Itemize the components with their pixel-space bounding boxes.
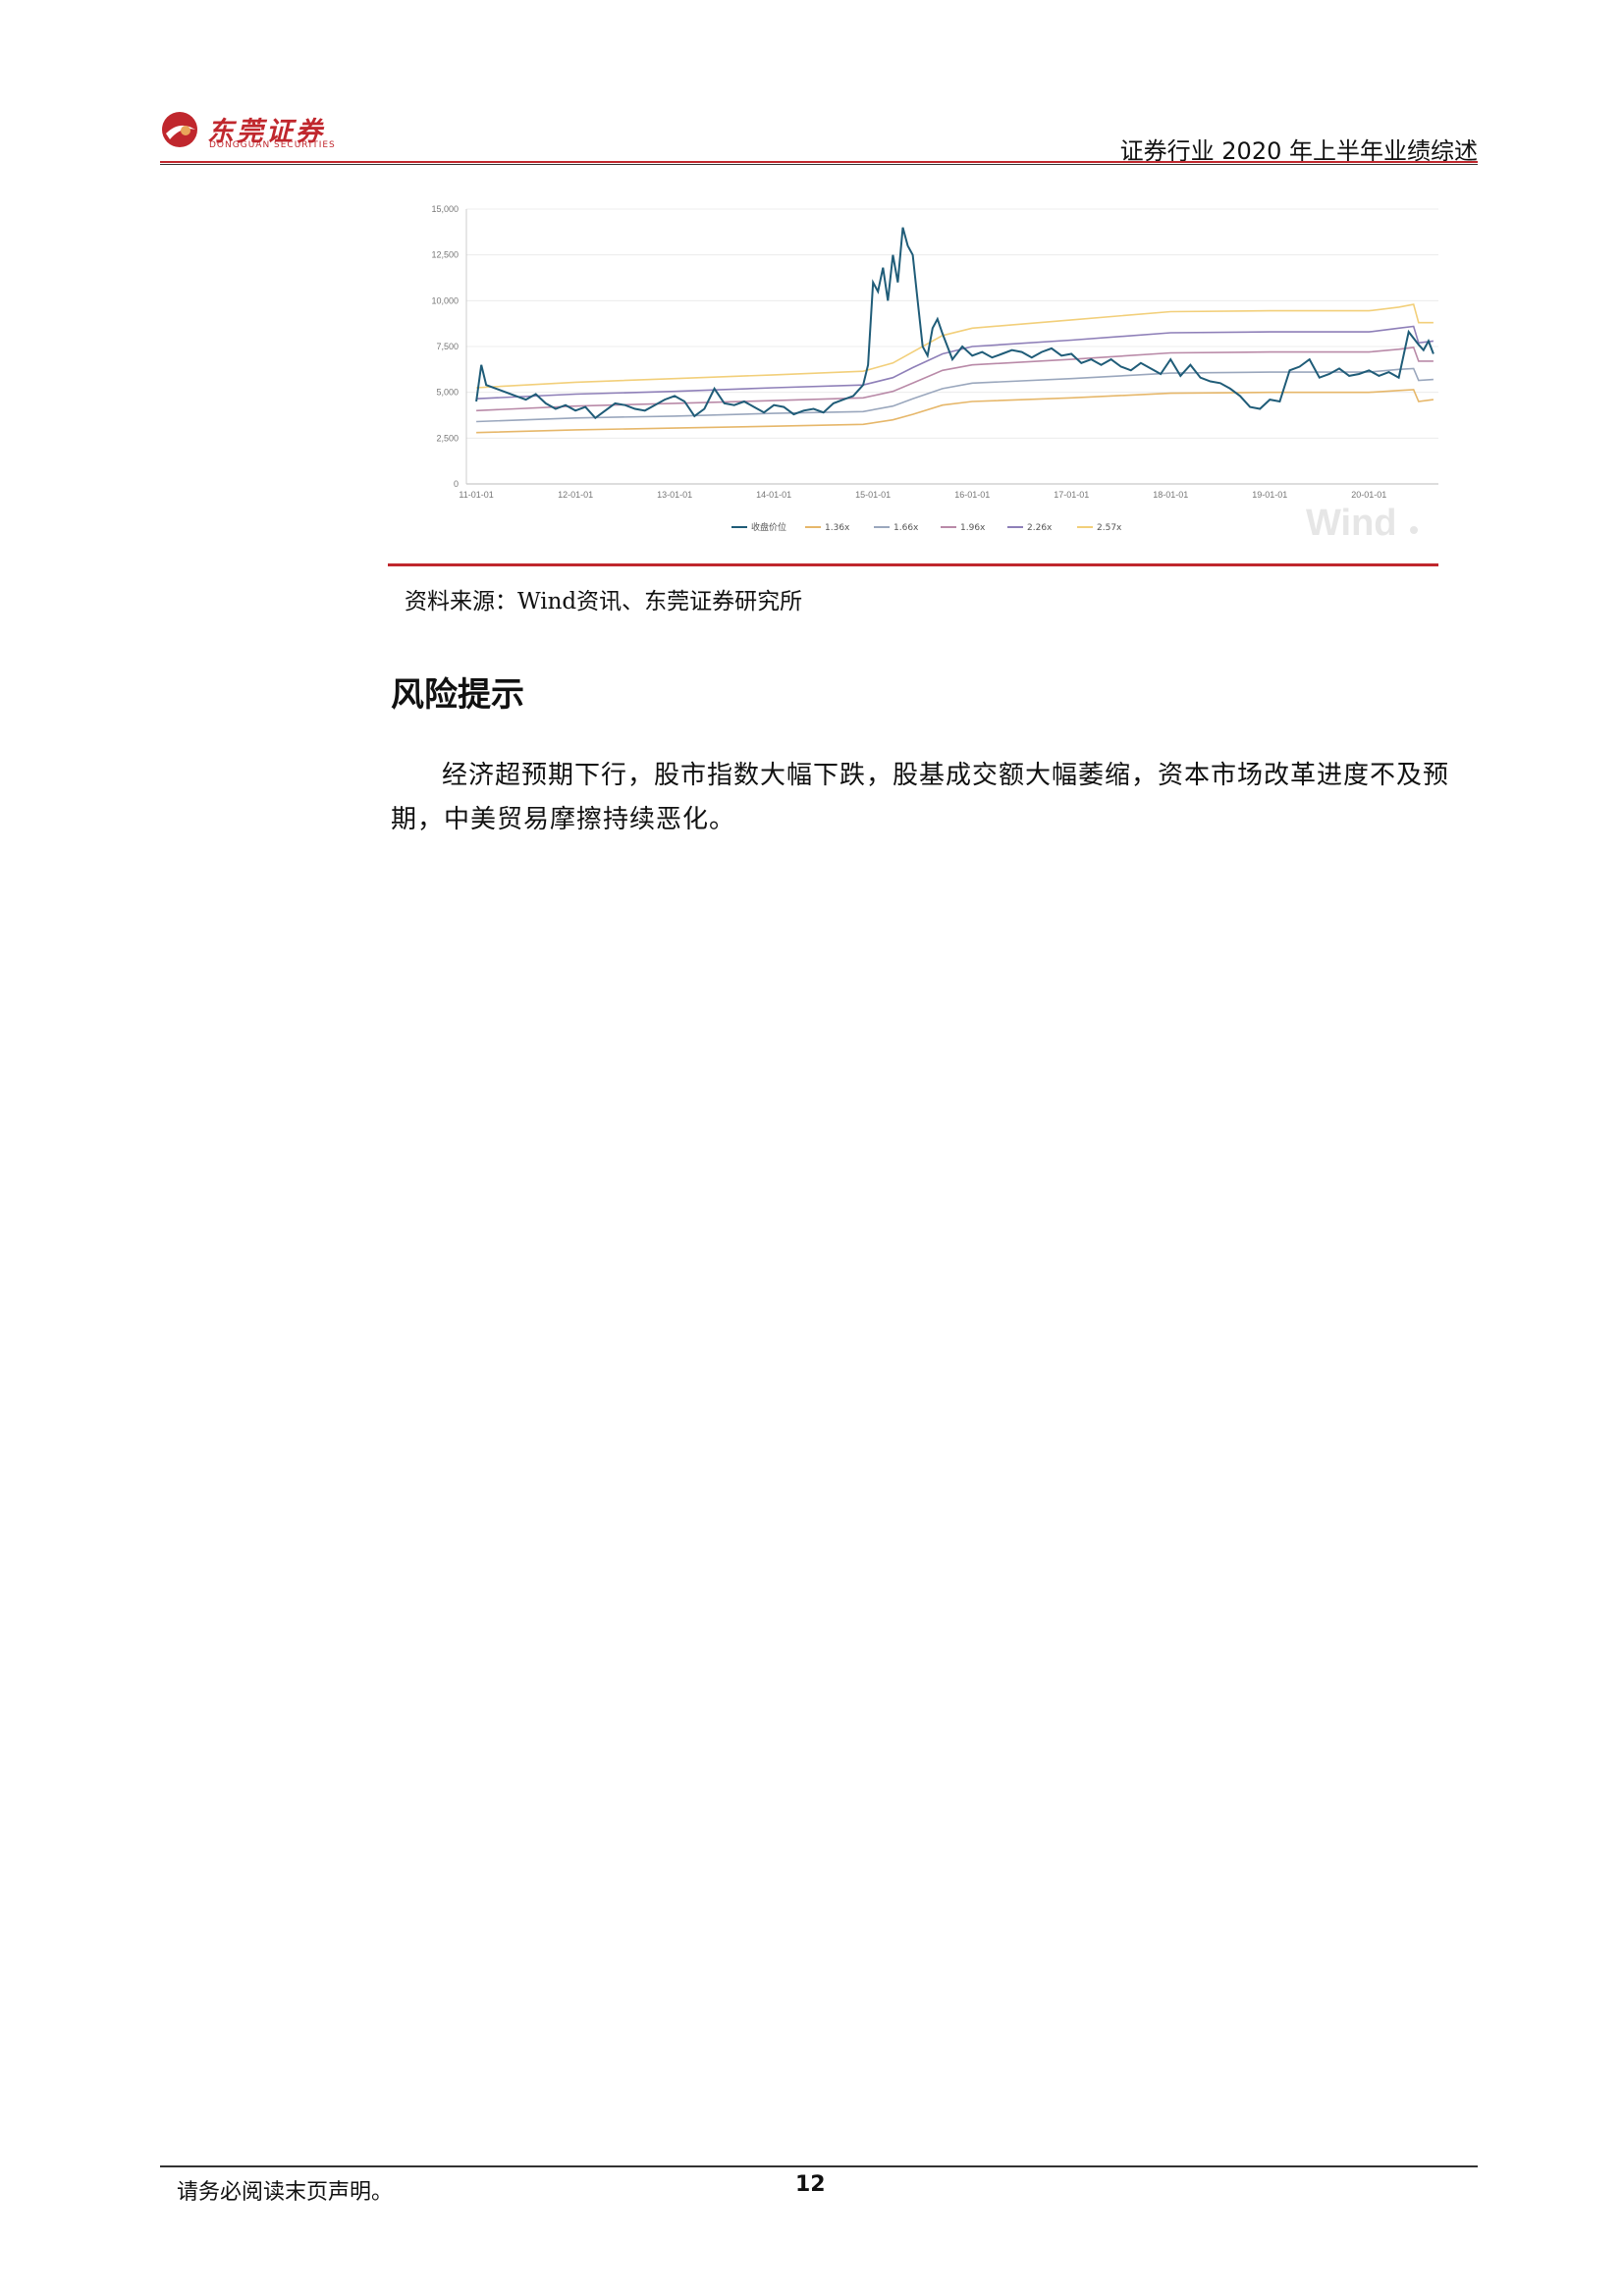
chart-canvas: 0 2,500 5,000 7,500 10,000 12,500 15,000 11-01-… — [431, 204, 1438, 544]
y-tick-label: 0 — [454, 479, 459, 489]
series-line-1.36x — [476, 389, 1434, 434]
series-line-1.66x — [476, 367, 1434, 423]
page-number: 12 — [795, 2172, 826, 2197]
y-tick-label: 5,000 — [436, 388, 459, 398]
risk-paragraph: 经济超预期下行，股市指数大幅下跌，股基成交额大幅萎缩，资本市场改革进度不及预期，… — [391, 761, 1450, 834]
pb-band-chart: 0 2,500 5,000 7,500 10,000 12,500 15,000 11-01-… — [393, 196, 1448, 550]
y-tick-label: 15,000 — [431, 204, 459, 214]
x-tick-label: 15-01-01 — [855, 490, 891, 500]
series-line-close-price — [475, 227, 1435, 420]
section-title: 风险提示 — [391, 675, 524, 715]
footer-divider — [160, 2165, 1478, 2167]
x-tick-label: 18-01-01 — [1153, 490, 1188, 500]
x-tick-label: 12-01-01 — [558, 490, 593, 500]
header-divider — [160, 164, 1478, 165]
y-tick-label: 12,500 — [431, 250, 459, 260]
legend-label: 2.26x — [1027, 523, 1053, 533]
header-divider-red — [160, 161, 1478, 163]
x-tick-label: 19-01-01 — [1252, 490, 1287, 500]
x-tick-label: 16-01-01 — [954, 490, 990, 500]
logo-mark-icon — [162, 112, 197, 147]
figure-divider — [388, 563, 1438, 566]
x-tick-label: 14-01-01 — [756, 490, 791, 500]
series-line-2.26x — [476, 325, 1434, 400]
legend-label: 1.36x — [825, 523, 850, 533]
y-tick-label: 2,500 — [436, 433, 459, 443]
legend-label: 1.96x — [960, 523, 986, 533]
x-tick-label: 11-01-01 — [459, 490, 493, 500]
watermark-dot-icon — [1410, 526, 1418, 534]
y-tick-label: 7,500 — [436, 342, 459, 351]
x-tick-label: 20-01-01 — [1351, 490, 1386, 500]
footer-disclaimer: 请务必阅读末页声明。 — [177, 2180, 394, 2205]
wind-watermark: Wind — [1306, 503, 1397, 544]
legend-label: 收盘价位 — [751, 521, 786, 533]
company-logo: 东莞证券 DONGGUAN SECURITIES — [160, 110, 356, 153]
y-tick-label: 10,000 — [431, 295, 459, 305]
legend-label: 2.57x — [1097, 523, 1122, 533]
logo-subtext: DONGGUAN SECURITIES — [209, 140, 336, 150]
legend-label: 1.66x — [893, 523, 919, 533]
x-tick-label: 17-01-01 — [1054, 490, 1089, 500]
x-tick-label: 13-01-01 — [657, 490, 692, 500]
figure-source: 资料来源：Wind资讯、东莞证券研究所 — [405, 589, 803, 614]
